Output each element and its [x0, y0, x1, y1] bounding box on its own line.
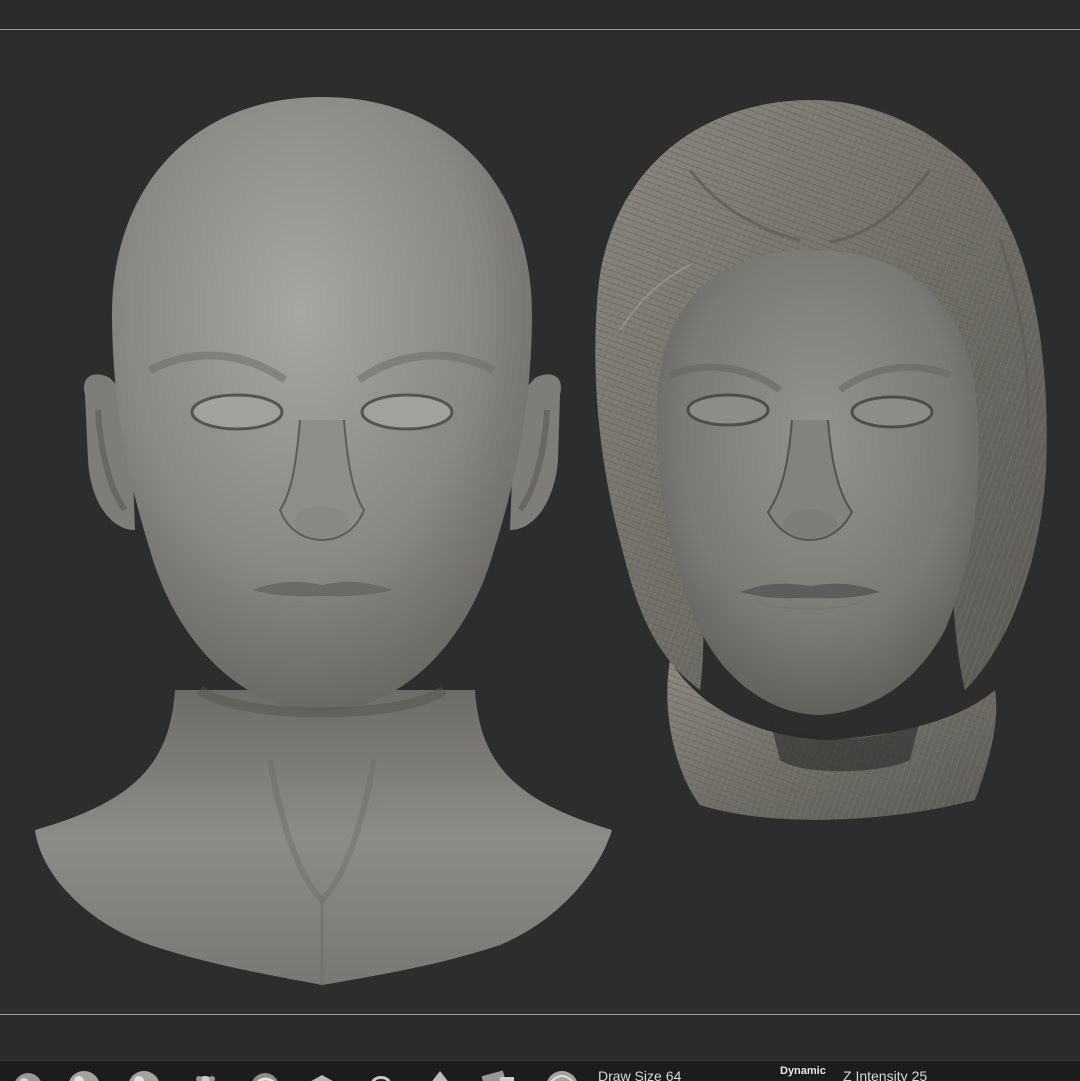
snake-hook-brush-icon[interactable]	[362, 1067, 402, 1081]
standard-brush-icon[interactable]	[8, 1067, 48, 1081]
viewport-render	[35, 97, 1047, 985]
z-intensity-label: Z Intensity	[843, 1068, 908, 1081]
brush-shelf: Draw Size 64 Dynamic Z Intensity 25	[0, 1060, 1080, 1081]
clay-brush-icon[interactable]	[62, 1067, 102, 1081]
damstandard-brush-icon[interactable]	[245, 1067, 285, 1081]
pinch-brush-icon[interactable]	[420, 1067, 460, 1081]
trim-brush-icon[interactable]	[302, 1067, 342, 1081]
top-menu-bar	[0, 0, 1080, 29]
z-intensity-slider[interactable]: Z Intensity 25	[843, 1068, 927, 1081]
smooth-brush-icon[interactable]	[540, 1067, 580, 1081]
viewport-footer	[0, 1015, 1080, 1060]
move-brush-icon[interactable]	[122, 1067, 162, 1081]
planar-brush-icon[interactable]	[478, 1067, 518, 1081]
z-intensity-value: 25	[911, 1068, 928, 1081]
3d-viewport-canvas[interactable]	[0, 30, 1080, 1014]
smooth-head-model[interactable]	[35, 97, 612, 985]
draw-size-label: Draw Size	[598, 1068, 662, 1081]
draw-size-value: 64	[665, 1068, 682, 1081]
scanned-head-model[interactable]	[595, 100, 1047, 820]
dynamic-toggle[interactable]: Dynamic	[780, 1065, 826, 1077]
draw-size-slider[interactable]: Draw Size 64	[598, 1068, 681, 1081]
inflate-brush-icon[interactable]	[185, 1067, 225, 1081]
